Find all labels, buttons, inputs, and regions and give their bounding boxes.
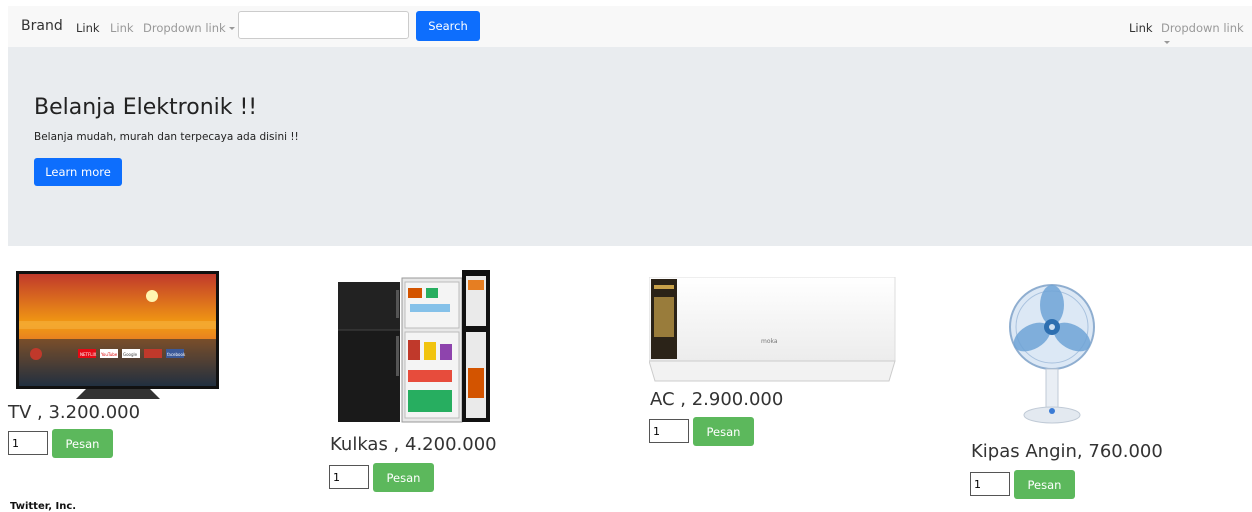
dropdown-link-right[interactable]: Dropdown link [1161, 21, 1252, 49]
dropdown-link-label: Dropdown link [1161, 21, 1244, 35]
quantity-input[interactable] [970, 472, 1010, 496]
refrigerator-image [338, 270, 490, 423]
caret-down-icon [228, 27, 235, 30]
pesan-button[interactable]: Pesan [693, 417, 754, 446]
footer-company-name: Twitter, Inc. [10, 501, 77, 512]
air-conditioner-image: moka [649, 277, 896, 382]
tv-app-google: Google [123, 352, 138, 357]
tv-app-netflix: NETFLIX [80, 352, 97, 357]
product-name: Kulkas , 4.200.000 [330, 434, 497, 455]
quantity-input[interactable] [649, 419, 689, 443]
pesan-button[interactable]: Pesan [1014, 470, 1075, 499]
search-button[interactable]: Search [416, 11, 480, 41]
dropdown-link-label: Dropdown link [143, 21, 226, 35]
quantity-input[interactable] [329, 465, 369, 489]
pesan-button[interactable]: Pesan [52, 429, 113, 458]
search-input[interactable] [238, 11, 409, 39]
nav-link-1[interactable]: Link [76, 21, 100, 35]
jumbotron-text: Belanja mudah, murah dan terpecaya ada d… [34, 131, 299, 143]
nav-link-2[interactable]: Link [110, 21, 134, 35]
product-name: Kipas Angin, 760.000 [971, 441, 1163, 462]
navbar: Brand Link Link Dropdown link Search Lin… [8, 6, 1252, 48]
brand-link[interactable]: Brand [21, 18, 63, 34]
jumbotron: Belanja Elektronik !! Belanja mudah, mur… [8, 47, 1252, 246]
tv-app-youtube: YouTube [100, 352, 118, 357]
product-name: TV , 3.200.000 [8, 402, 141, 423]
tv-app-facebook: facebook [167, 352, 186, 357]
fan-image [1009, 284, 1095, 424]
dropdown-link-left[interactable]: Dropdown link [143, 21, 235, 35]
ac-brand-label: moka [761, 338, 778, 345]
pesan-button[interactable]: Pesan [373, 463, 434, 492]
nav-link-right[interactable]: Link [1129, 21, 1153, 35]
tv-image: NETFLIX YouTube Google facebook [16, 271, 219, 399]
learn-more-button[interactable]: Learn more [34, 158, 122, 186]
caret-down-icon [1164, 41, 1170, 44]
quantity-input[interactable] [8, 431, 48, 455]
jumbotron-title: Belanja Elektronik !! [34, 95, 258, 120]
product-name: AC , 2.900.000 [650, 389, 784, 410]
